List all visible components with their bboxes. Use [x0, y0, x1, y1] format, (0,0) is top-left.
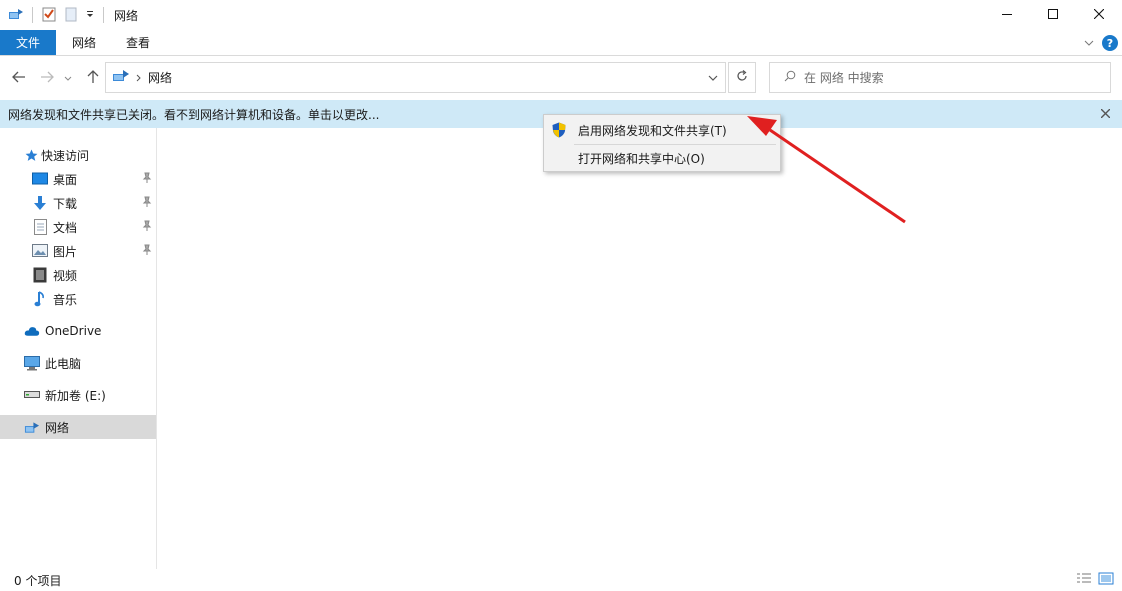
tab-view[interactable]: 查看 [112, 30, 164, 55]
uac-shield-icon [551, 122, 567, 141]
network-icon [24, 419, 40, 435]
sidebar-item-quick-access[interactable]: 快速访问 [0, 143, 156, 167]
minimize-icon [1002, 8, 1012, 22]
computer-icon [24, 355, 40, 371]
toolbar-divider [103, 7, 104, 23]
sidebar-item-music[interactable]: 音乐 [0, 287, 156, 311]
sidebar-item-label: 新加卷 (E:) [45, 388, 106, 403]
sidebar-item-pictures[interactable]: 图片 [0, 239, 156, 263]
sidebar-item-onedrive[interactable]: OneDrive [0, 319, 156, 343]
menu-item-open-sharing-center[interactable]: 打开网络和共享中心(O) [544, 145, 780, 171]
pin-icon[interactable] [142, 244, 152, 259]
sidebar-item-label: 图片 [53, 244, 78, 259]
sidebar-item-desktop[interactable]: 桌面 [0, 167, 156, 191]
sidebar-item-downloads[interactable]: 下载 [0, 191, 156, 215]
item-count: 0 个项目 [14, 573, 62, 588]
sidebar-item-drive-e[interactable]: 新加卷 (E:) [0, 383, 156, 407]
menu-item-label: 打开网络和共享中心(O) [578, 151, 705, 166]
arrow-right-icon [40, 71, 54, 86]
close-button[interactable] [1076, 0, 1122, 30]
navigation-pane: 快速访问 桌面 下载 文档 图片 视频 音乐 OneDrive 此电脑 新加卷 … [0, 128, 157, 569]
sidebar-item-label: 文档 [53, 220, 78, 235]
picture-icon [32, 243, 48, 259]
video-icon [32, 267, 48, 283]
menu-item-label: 启用网络发现和文件共享(T) [578, 123, 727, 138]
cloud-icon [24, 323, 40, 339]
sidebar-item-label: 视频 [53, 268, 78, 283]
refresh-button[interactable] [728, 62, 756, 93]
title-bar: 网络 [0, 0, 1122, 30]
music-icon [32, 291, 48, 307]
chevron-right-icon[interactable] [136, 71, 142, 85]
forward-button[interactable] [38, 69, 56, 87]
sidebar-item-label: 下载 [53, 196, 78, 211]
chevron-down-icon [708, 71, 718, 85]
help-icon[interactable]: ? [1102, 35, 1118, 51]
quick-access-toolbar [0, 6, 106, 25]
properties-icon[interactable] [41, 6, 57, 25]
document-icon [32, 219, 48, 235]
desktop-icon [32, 171, 48, 187]
close-infobar-icon[interactable] [1098, 106, 1112, 120]
sidebar-item-this-pc[interactable]: 此电脑 [0, 351, 156, 375]
menu-item-enable-network-discovery[interactable]: 启用网络发现和文件共享(T) [544, 117, 780, 143]
sidebar-item-documents[interactable]: 文档 [0, 215, 156, 239]
close-icon [1093, 8, 1105, 22]
new-folder-icon[interactable] [63, 6, 79, 25]
pin-icon[interactable] [142, 196, 152, 211]
drive-icon [24, 387, 40, 403]
maximize-icon [1048, 8, 1058, 22]
sidebar-item-label: 桌面 [53, 172, 78, 187]
ribbon-tabs: 文件 网络 查看 ? [0, 30, 1122, 56]
status-bar: 0 个项目 [0, 569, 1122, 591]
address-bar[interactable]: 网络 [105, 62, 726, 93]
infobar-message[interactable]: 网络发现和文件共享已关闭。看不到网络计算机和设备。单击以更改... [8, 106, 379, 123]
sidebar-item-label: OneDrive [45, 324, 102, 338]
window-title: 网络 [114, 8, 139, 23]
up-button[interactable] [84, 69, 102, 87]
large-icons-view-icon[interactable] [1098, 572, 1114, 589]
maximize-button[interactable] [1030, 0, 1076, 30]
arrow-left-icon [12, 71, 26, 86]
toolbar-divider [32, 7, 33, 23]
expand-ribbon-icon[interactable] [1084, 36, 1094, 50]
breadcrumb-network[interactable]: 网络 [148, 69, 172, 86]
network-app-icon [8, 6, 24, 25]
sidebar-item-label: 网络 [45, 420, 70, 435]
back-button[interactable] [10, 69, 28, 87]
sidebar-item-videos[interactable]: 视频 [0, 263, 156, 287]
search-icon [784, 70, 796, 85]
search-box[interactable]: 在 网络 中搜索 [769, 62, 1111, 93]
pin-icon[interactable] [142, 172, 152, 187]
download-icon [32, 195, 48, 211]
chevron-down-icon [64, 71, 72, 85]
arrow-up-icon [87, 69, 99, 87]
sidebar-item-label: 此电脑 [45, 356, 82, 371]
tab-network[interactable]: 网络 [56, 30, 112, 55]
details-view-icon[interactable] [1076, 572, 1092, 589]
pin-icon[interactable] [142, 220, 152, 235]
recent-locations-button[interactable] [62, 69, 74, 87]
sidebar-item-label: 音乐 [53, 292, 78, 307]
sidebar-item-network[interactable]: 网络 [0, 415, 156, 439]
tab-file[interactable]: 文件 [0, 30, 56, 55]
address-dropdown-button[interactable] [701, 63, 725, 92]
star-icon [24, 147, 38, 163]
search-input[interactable]: 在 网络 中搜索 [804, 69, 884, 86]
refresh-icon [736, 70, 748, 85]
customize-toolbar-icon[interactable] [85, 8, 95, 22]
network-icon [112, 68, 130, 87]
minimize-button[interactable] [984, 0, 1030, 30]
infobar-context-menu: 启用网络发现和文件共享(T) 打开网络和共享中心(O) [543, 114, 781, 172]
sidebar-item-label: 快速访问 [41, 148, 90, 163]
